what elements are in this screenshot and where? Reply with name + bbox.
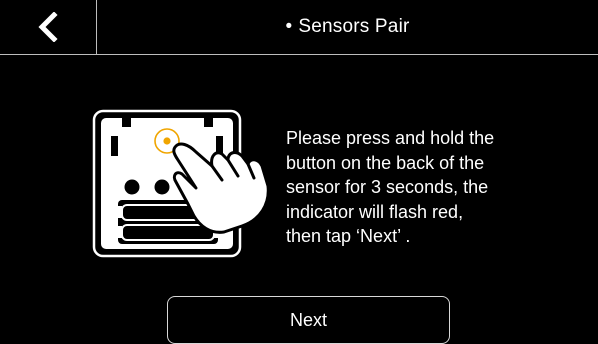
page-title: • Sensors Pair xyxy=(97,0,598,54)
header-bar: • Sensors Pair xyxy=(0,0,598,55)
title-bullet: • xyxy=(285,16,293,37)
back-button[interactable] xyxy=(0,0,97,54)
sensor-illustration xyxy=(92,108,272,265)
chevron-left-icon xyxy=(38,12,58,42)
instructions-text: Please press and hold the button on the … xyxy=(286,128,495,246)
sensor-press-button-icon xyxy=(92,109,270,258)
title-text: Sensors Pair xyxy=(298,16,410,37)
next-button[interactable]: Next xyxy=(167,296,450,344)
